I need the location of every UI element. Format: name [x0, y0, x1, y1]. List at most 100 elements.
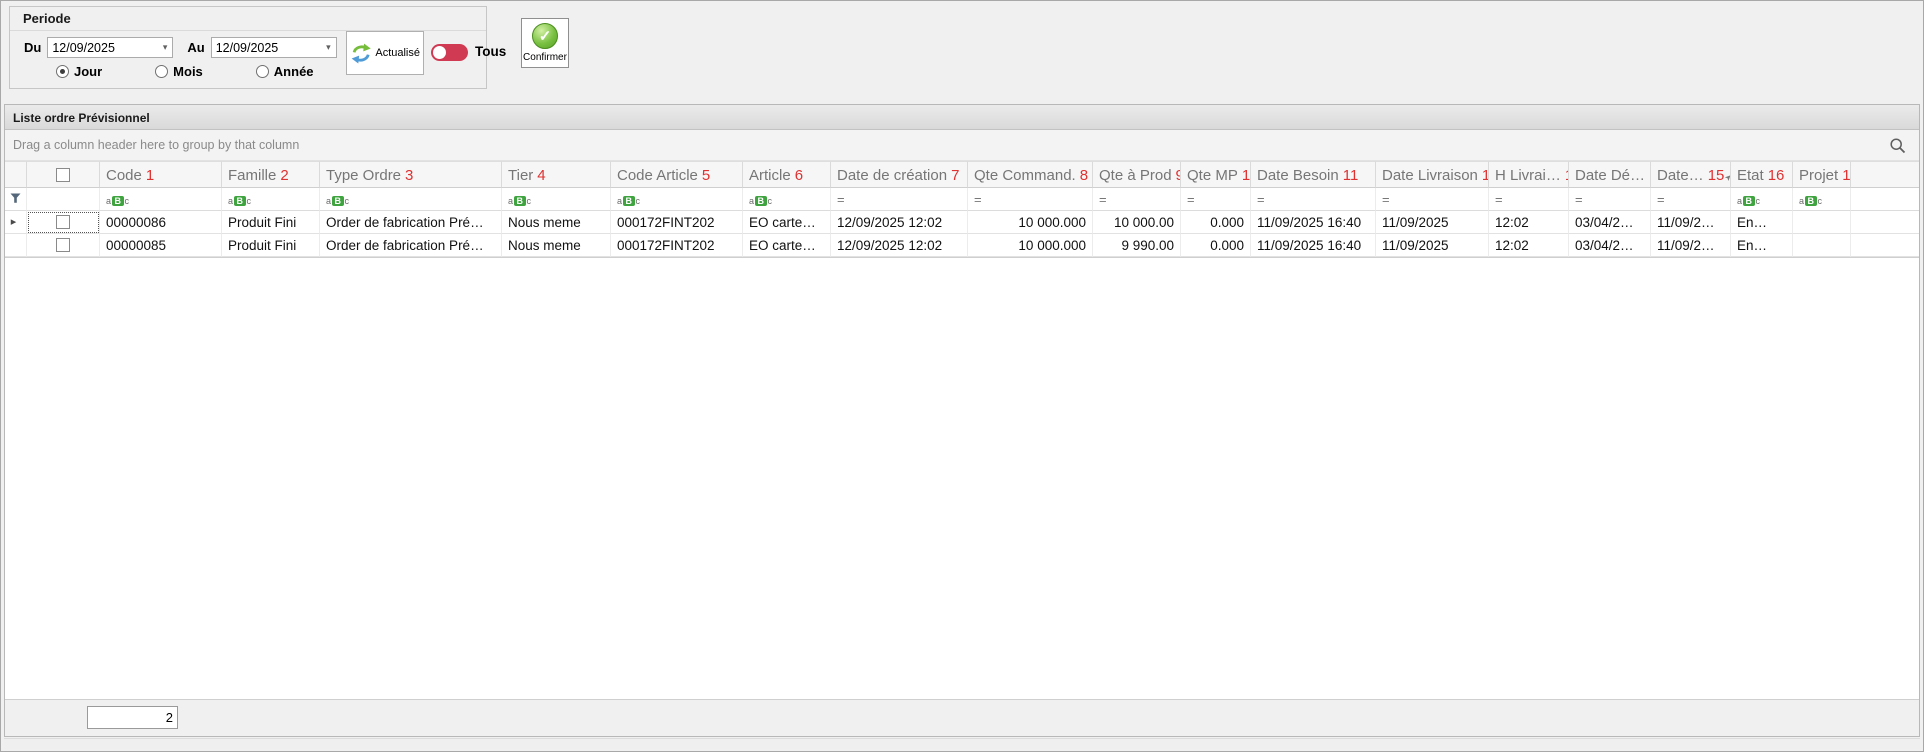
cell-Projet-row2[interactable] — [1793, 234, 1851, 257]
cell-Type Ordre-row2[interactable]: Order de fabrication Pré… — [320, 234, 502, 257]
cell-Code Article-row1[interactable]: 000172FINT202 — [611, 211, 743, 234]
column-header-Date…[interactable]: Date…15➤ — [1651, 161, 1731, 188]
filter-cell-Qte Command.[interactable]: = — [968, 188, 1093, 211]
filter-cell-Date Dé…[interactable]: = — [1569, 188, 1651, 211]
column-header-Type Ordre[interactable]: Type Ordre3 — [320, 161, 502, 188]
cell-Code Article-row2[interactable]: 000172FINT202 — [611, 234, 743, 257]
cell-Qte MP-row2[interactable]: 0.000 — [1181, 234, 1251, 257]
cell-Date Dé…-row2[interactable]: 03/04/2… — [1569, 234, 1651, 257]
filter-cell-Qte à Prod[interactable]: = — [1093, 188, 1181, 211]
row-indicator[interactable]: ▸ — [5, 211, 27, 234]
text-filter-icon: aBc — [617, 191, 640, 208]
cell-Date Dé…-row1[interactable]: 03/04/2… — [1569, 211, 1651, 234]
column-header-Code[interactable]: Code1 — [100, 161, 222, 188]
filter-cell-Tier[interactable]: aBc — [502, 188, 611, 211]
cell-H Livrai…-row1[interactable]: 12:02 — [1489, 211, 1569, 234]
column-header-Projet[interactable]: Projet17 — [1793, 161, 1851, 188]
cell-Famille-row1[interactable]: Produit Fini — [222, 211, 320, 234]
column-header-Date Besoin[interactable]: Date Besoin11 — [1251, 161, 1376, 188]
row-checkbox[interactable] — [56, 215, 70, 229]
cell-Qte MP-row1[interactable]: 0.000 — [1181, 211, 1251, 234]
cell-Code-row2[interactable]: 00000085 — [100, 234, 222, 257]
cell-Date…-row1[interactable]: 11/09/2… — [1651, 211, 1731, 234]
column-header-Tier[interactable]: Tier4 — [502, 161, 611, 188]
radio-mois[interactable]: Mois — [155, 64, 203, 79]
column-header-checkbox[interactable] — [27, 161, 100, 188]
cell-Date Besoin-row2[interactable]: 11/09/2025 16:40 — [1251, 234, 1376, 257]
row-checkbox[interactable] — [56, 238, 70, 252]
cell-Famille-row2[interactable]: Produit Fini — [222, 234, 320, 257]
cell-Code-row1[interactable]: 00000086 — [100, 211, 222, 234]
group-by-panel[interactable]: Drag a column header here to group by th… — [5, 130, 1919, 161]
cell-Article-row1[interactable]: EO carte… — [743, 211, 831, 234]
equals-filter-icon: = — [837, 192, 845, 207]
cell-H Livrai…-row2[interactable]: 12:02 — [1489, 234, 1569, 257]
date-to-picker[interactable]: ▾ — [211, 37, 337, 58]
cell-Projet-row1[interactable] — [1793, 211, 1851, 234]
radio-jour[interactable]: Jour — [56, 64, 102, 79]
filter-cell-Date de création[interactable]: = — [831, 188, 968, 211]
filter-cell-H Livrai…[interactable]: = — [1489, 188, 1569, 211]
cell-Qte à Prod-row2[interactable]: 9 990.00 — [1093, 234, 1181, 257]
cell-Date Livraison-row1[interactable]: 11/09/2025 — [1376, 211, 1489, 234]
cell-Qte à Prod-row1[interactable]: 10 000.00 — [1093, 211, 1181, 234]
filter-cell-Projet[interactable]: aBc — [1793, 188, 1851, 211]
row-indicator[interactable] — [5, 234, 27, 257]
filter-cell-Date Livraison[interactable]: = — [1376, 188, 1489, 211]
filter-cell-Code Article[interactable]: aBc — [611, 188, 743, 211]
filter-cell-Code[interactable]: aBc — [100, 188, 222, 211]
column-header-Code Article[interactable]: Code Article5 — [611, 161, 743, 188]
grid-empty-area[interactable] — [5, 258, 1919, 699]
date-from-input[interactable] — [48, 39, 148, 56]
radio-circle-icon — [155, 65, 168, 78]
cell-Tier-row2[interactable]: Nous meme — [502, 234, 611, 257]
filter-cell-Etat[interactable]: aBc — [1731, 188, 1793, 211]
annotation-number: 17 — [1842, 167, 1851, 184]
filter-cell-Article[interactable]: aBc — [743, 188, 831, 211]
cell-Date Besoin-row1[interactable]: 11/09/2025 16:40 — [1251, 211, 1376, 234]
filter-cell-Famille[interactable]: aBc — [222, 188, 320, 211]
column-header-indicator[interactable] — [5, 161, 27, 188]
cell-Qte Command.-row2[interactable]: 10 000.000 — [968, 234, 1093, 257]
radio-annee[interactable]: Année — [256, 64, 314, 79]
filter-cell-Qte MP[interactable]: = — [1181, 188, 1251, 211]
cell-Type Ordre-row1[interactable]: Order de fabrication Pré… — [320, 211, 502, 234]
column-header-Qte Command.[interactable]: Qte Command.8 — [968, 161, 1093, 188]
column-header-label: Date… — [1657, 167, 1704, 184]
filter-cell-checkbox[interactable] — [27, 188, 100, 211]
column-header-Date Livraison[interactable]: Date Livraison12 — [1376, 161, 1489, 188]
filter-cell-Date…[interactable]: = — [1651, 188, 1731, 211]
date-from-picker[interactable]: ▾ — [47, 37, 173, 58]
column-header-H Livrai…[interactable]: H Livrai…13 — [1489, 161, 1569, 188]
column-header-Famille[interactable]: Famille2 — [222, 161, 320, 188]
cell-Date…-row2[interactable]: 11/09/2… — [1651, 234, 1731, 257]
chevron-down-icon[interactable]: ▾ — [326, 42, 336, 53]
tous-toggle[interactable] — [431, 44, 468, 61]
column-header-Qte MP[interactable]: Qte MP10 — [1181, 161, 1251, 188]
cell-Date Livraison-row2[interactable]: 11/09/2025 — [1376, 234, 1489, 257]
column-header-Qte à Prod[interactable]: Qte à Prod9 — [1093, 161, 1181, 188]
chevron-down-icon[interactable]: ▾ — [163, 42, 173, 53]
confirm-button[interactable]: ✓ Confirmer — [521, 18, 569, 68]
column-header-Date Dé…[interactable]: Date Dé…14 — [1569, 161, 1651, 188]
cell-Date de création-row1[interactable]: 12/09/2025 12:02 — [831, 211, 968, 234]
search-icon[interactable] — [1889, 137, 1907, 155]
date-to-input[interactable] — [212, 39, 312, 56]
row-count-input[interactable] — [87, 706, 178, 729]
cell-Qte Command.-row1[interactable]: 10 000.000 — [968, 211, 1093, 234]
cell-Article-row2[interactable]: EO carte… — [743, 234, 831, 257]
refresh-button[interactable]: Actualisé — [346, 31, 424, 75]
row-checkbox-cell[interactable] — [27, 211, 100, 234]
filter-cell-Type Ordre[interactable]: aBc — [320, 188, 502, 211]
column-header-Date de création[interactable]: Date de création7 — [831, 161, 968, 188]
column-header-Etat[interactable]: Etat16 — [1731, 161, 1793, 188]
filter-cell-indicator[interactable] — [5, 188, 27, 211]
filter-cell-Date Besoin[interactable]: = — [1251, 188, 1376, 211]
column-header-Article[interactable]: Article6 — [743, 161, 831, 188]
cell-Etat-row1[interactable]: En… — [1731, 211, 1793, 234]
cell-Date de création-row2[interactable]: 12/09/2025 12:02 — [831, 234, 968, 257]
cell-Tier-row1[interactable]: Nous meme — [502, 211, 611, 234]
select-all-checkbox[interactable] — [56, 168, 70, 182]
row-checkbox-cell[interactable] — [27, 234, 100, 257]
cell-Etat-row2[interactable]: En… — [1731, 234, 1793, 257]
